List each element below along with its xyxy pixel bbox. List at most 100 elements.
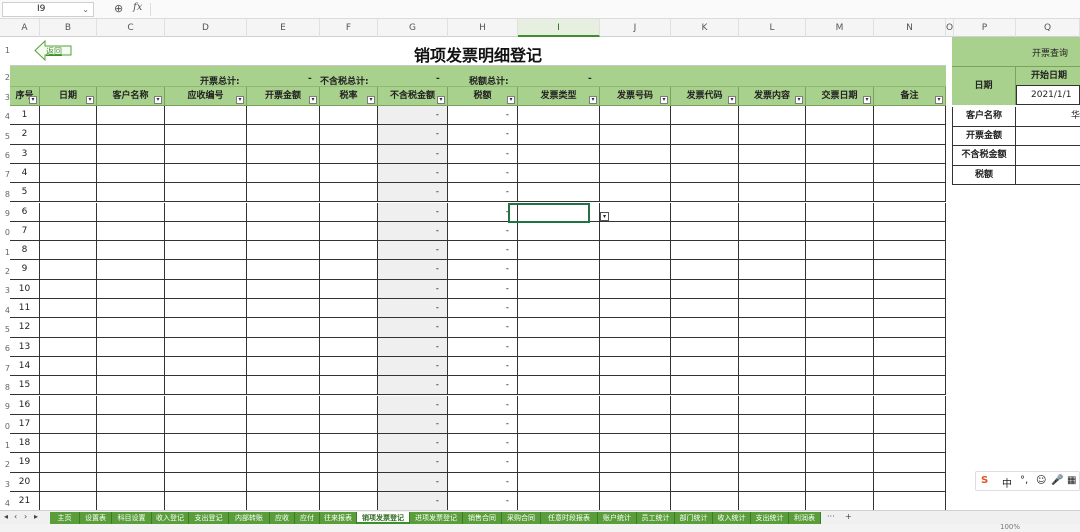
table-cell[interactable] xyxy=(518,221,600,241)
table-cell[interactable] xyxy=(97,356,165,376)
row-header[interactable]: 2 xyxy=(0,460,10,469)
table-cell[interactable] xyxy=(518,241,600,260)
table-cell[interactable] xyxy=(247,299,320,318)
table-cell[interactable] xyxy=(97,279,165,298)
table-cell[interactable] xyxy=(806,356,874,376)
table-cell[interactable] xyxy=(40,241,97,260)
table-cell[interactable] xyxy=(165,453,247,472)
table-cell[interactable] xyxy=(165,299,247,318)
table-cell[interactable] xyxy=(518,260,600,279)
table-cell[interactable] xyxy=(806,183,874,202)
header-cell[interactable]: 税率 ▾ xyxy=(320,87,378,106)
table-cell[interactable] xyxy=(806,453,874,472)
sheet-tab[interactable]: 科目设置 xyxy=(112,512,152,524)
table-cell[interactable] xyxy=(806,163,874,183)
table-cell[interactable] xyxy=(518,183,600,202)
excl-tax-cell[interactable]: - xyxy=(378,414,448,434)
row-number-cell[interactable]: 16 xyxy=(10,395,40,414)
filter-icon[interactable]: ▾ xyxy=(935,96,943,104)
table-cell[interactable] xyxy=(739,202,806,221)
tax-cell[interactable]: - xyxy=(448,492,518,511)
row-header[interactable]: 0 xyxy=(0,422,10,431)
row-header[interactable]: 8 xyxy=(0,383,10,392)
table-cell[interactable] xyxy=(97,318,165,337)
table-cell[interactable] xyxy=(806,279,874,298)
table-cell[interactable] xyxy=(40,125,97,144)
table-cell[interactable] xyxy=(97,221,165,241)
table-cell[interactable] xyxy=(806,144,874,163)
table-cell[interactable] xyxy=(671,434,739,453)
sheet-tab[interactable]: 收入登记 xyxy=(152,512,189,524)
name-box[interactable]: I9 ⌄ xyxy=(2,2,94,17)
table-cell[interactable] xyxy=(40,221,97,241)
filter-icon[interactable]: ▾ xyxy=(589,96,597,104)
excl-tax-cell[interactable]: - xyxy=(378,144,448,163)
sheet-tab[interactable]: 账户统计 xyxy=(598,512,637,524)
table-cell[interactable] xyxy=(874,183,946,202)
table-cell[interactable] xyxy=(600,260,671,279)
tax-cell[interactable]: - xyxy=(448,299,518,318)
table-cell[interactable] xyxy=(320,260,378,279)
filter-icon[interactable]: ▾ xyxy=(660,96,668,104)
excl-tax-cell[interactable]: - xyxy=(378,453,448,472)
table-cell[interactable] xyxy=(671,492,739,511)
row-number-cell[interactable]: 4 xyxy=(10,163,40,183)
row-header[interactable]: 0 xyxy=(0,228,10,237)
header-cell[interactable]: 税额 ▾ xyxy=(448,87,518,106)
table-cell[interactable] xyxy=(518,472,600,491)
table-cell[interactable] xyxy=(518,492,600,511)
table-cell[interactable] xyxy=(739,492,806,511)
table-cell[interactable] xyxy=(320,414,378,434)
row-number-cell[interactable]: 13 xyxy=(10,337,40,356)
table-cell[interactable] xyxy=(97,260,165,279)
tax-cell[interactable]: - xyxy=(448,163,518,183)
table-cell[interactable] xyxy=(600,376,671,395)
column-header[interactable]: J xyxy=(600,19,671,37)
table-cell[interactable] xyxy=(671,279,739,298)
tax-cell[interactable]: - xyxy=(448,125,518,144)
table-cell[interactable] xyxy=(247,125,320,144)
sheet-tab[interactable]: 员工统计 xyxy=(637,512,675,524)
start-date-field[interactable]: 2021/1/1 xyxy=(1016,85,1080,105)
table-cell[interactable] xyxy=(874,241,946,260)
excl-tax-cell[interactable]: - xyxy=(378,492,448,511)
header-cell[interactable]: 应收编号 ▾ xyxy=(165,87,247,106)
filter-icon[interactable]: ▾ xyxy=(154,96,162,104)
row-number-cell[interactable]: 19 xyxy=(10,453,40,472)
table-cell[interactable] xyxy=(165,144,247,163)
table-cell[interactable] xyxy=(320,163,378,183)
header-cell[interactable]: 发票号码 ▾ xyxy=(600,87,671,106)
table-cell[interactable] xyxy=(97,299,165,318)
table-cell[interactable] xyxy=(247,356,320,376)
table-cell[interactable] xyxy=(600,279,671,298)
sheet-tab[interactable]: 往来报表 xyxy=(320,512,357,524)
row-header[interactable]: 6 xyxy=(0,344,10,353)
column-header[interactable]: H xyxy=(448,19,518,37)
table-cell[interactable] xyxy=(97,492,165,511)
table-cell[interactable] xyxy=(247,318,320,337)
table-cell[interactable] xyxy=(739,144,806,163)
table-cell[interactable] xyxy=(40,299,97,318)
header-cell[interactable]: 发票代码 ▾ xyxy=(671,87,739,106)
table-cell[interactable] xyxy=(518,125,600,144)
row-header[interactable]: 7 xyxy=(0,364,10,373)
table-cell[interactable] xyxy=(320,106,378,125)
row-number-cell[interactable]: 18 xyxy=(10,434,40,453)
excl-tax-cell[interactable]: - xyxy=(378,202,448,221)
table-cell[interactable] xyxy=(600,183,671,202)
table-cell[interactable] xyxy=(874,376,946,395)
sheet-tab[interactable]: 应收 xyxy=(270,512,295,524)
table-cell[interactable] xyxy=(247,144,320,163)
column-header[interactable]: B xyxy=(40,19,97,37)
table-cell[interactable] xyxy=(320,337,378,356)
tax-cell[interactable]: - xyxy=(448,318,518,337)
table-cell[interactable] xyxy=(320,356,378,376)
row-header[interactable]: 4 xyxy=(0,499,10,508)
table-cell[interactable] xyxy=(739,221,806,241)
table-cell[interactable] xyxy=(739,125,806,144)
table-cell[interactable] xyxy=(600,318,671,337)
selected-cell[interactable] xyxy=(508,203,590,223)
column-header[interactable]: K xyxy=(671,19,739,37)
header-cell[interactable]: 备注 ▾ xyxy=(874,87,946,106)
row-header[interactable]: 9 xyxy=(0,402,10,411)
